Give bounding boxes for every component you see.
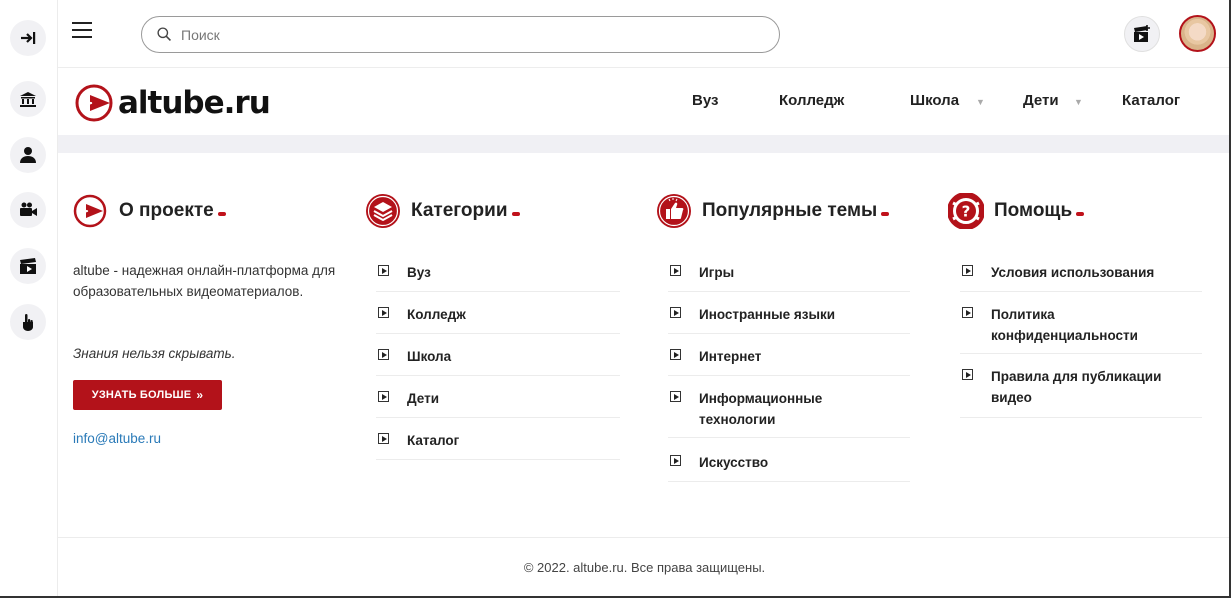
list-item-label: Информационные технологии bbox=[699, 391, 823, 427]
list-item-label: Школа bbox=[407, 349, 452, 364]
list-item-label: Каталог bbox=[407, 433, 460, 448]
categories-column: Категории bbox=[365, 192, 520, 230]
menu-icon[interactable] bbox=[72, 22, 96, 46]
about-column: О проекте bbox=[73, 192, 226, 230]
chevron-down-icon: ▼ bbox=[1074, 97, 1083, 107]
popular-column: Популярные темы bbox=[656, 192, 890, 230]
logo-text: altube.ru bbox=[118, 85, 271, 121]
learn-more-label: УЗНАТЬ БОЛЬШЕ bbox=[91, 389, 192, 401]
user-icon[interactable] bbox=[10, 137, 46, 173]
help-icon: ? bbox=[948, 193, 984, 229]
copyright: © 2022. altube.ru. Все права защищены. bbox=[523, 560, 766, 575]
clapperboard-plus-icon bbox=[1134, 25, 1150, 42]
play-icon bbox=[670, 349, 681, 360]
about-motto: Знания нельзя скрывать. bbox=[73, 346, 236, 361]
left-sidebar bbox=[0, 0, 58, 598]
play-icon bbox=[670, 455, 681, 466]
play-icon bbox=[962, 369, 973, 380]
search-icon bbox=[157, 27, 171, 41]
play-icon bbox=[670, 391, 681, 402]
list-item-label: Колледж bbox=[407, 307, 466, 322]
logo-icon bbox=[75, 84, 113, 122]
play-icon bbox=[962, 307, 973, 318]
list-item[interactable]: Игры bbox=[668, 254, 910, 292]
list-item[interactable]: Интернет bbox=[668, 334, 910, 376]
svg-text:?: ? bbox=[962, 203, 971, 221]
list-item[interactable]: Каталог bbox=[376, 418, 620, 460]
play-icon bbox=[670, 307, 681, 318]
play-icon bbox=[378, 265, 389, 276]
list-item-label: Игры bbox=[699, 265, 735, 280]
clapperboard-icon[interactable] bbox=[10, 248, 46, 284]
pointer-icon[interactable] bbox=[10, 304, 46, 340]
list-item-label: Политика конфиденциальности bbox=[991, 307, 1138, 343]
login-icon[interactable] bbox=[10, 20, 46, 56]
list-item[interactable]: Политика конфиденциальности bbox=[960, 292, 1202, 354]
list-item-label: Правила для публикации видео bbox=[991, 369, 1162, 405]
popular-list: Игры Иностранные языки Интернет Информац… bbox=[668, 254, 910, 482]
help-column: ? Помощь bbox=[948, 192, 1085, 230]
list-item[interactable]: Правила для публикации видео bbox=[960, 354, 1202, 418]
list-item[interactable]: Колледж bbox=[376, 292, 620, 334]
play-icon bbox=[378, 307, 389, 318]
list-item[interactable]: Иностранные языки bbox=[668, 292, 910, 334]
logo[interactable]: altube.ru bbox=[74, 81, 271, 125]
play-icon bbox=[378, 433, 389, 444]
chevron-down-icon: ▼ bbox=[976, 97, 985, 107]
play-icon bbox=[962, 265, 973, 276]
list-item-label: Дети bbox=[407, 391, 440, 406]
about-title-text: О проекте bbox=[119, 200, 214, 221]
play-icon bbox=[378, 391, 389, 402]
double-chevron-right-icon: » bbox=[196, 388, 204, 402]
list-item[interactable]: Дети bbox=[376, 376, 620, 418]
email-link[interactable]: info@altube.ru bbox=[73, 431, 161, 446]
list-item-label: Искусство bbox=[699, 455, 769, 470]
list-item[interactable]: Искусство bbox=[668, 438, 910, 482]
nav-item-vuz[interactable]: Вуз bbox=[692, 92, 718, 109]
main-nav-row: altube.ru Вуз Колледж Школа ▼ Дети ▼ Кат… bbox=[58, 69, 1231, 135]
list-item-label: Условия использования bbox=[991, 265, 1155, 280]
nav-item-kids[interactable]: Дети bbox=[1023, 92, 1059, 109]
play-icon bbox=[670, 265, 681, 276]
list-item[interactable]: Вуз bbox=[376, 254, 620, 292]
top-bar bbox=[58, 0, 1231, 68]
upload-video-button[interactable] bbox=[1124, 16, 1160, 52]
nav-item-school[interactable]: Школа bbox=[910, 92, 959, 109]
help-list: Условия использования Политика конфиденц… bbox=[960, 254, 1202, 418]
separator-band bbox=[58, 135, 1231, 153]
help-title: Помощь bbox=[994, 200, 1085, 222]
categories-title: Категории bbox=[411, 200, 520, 222]
learn-more-button[interactable]: УЗНАТЬ БОЛЬШЕ » bbox=[73, 380, 222, 410]
search-input[interactable] bbox=[181, 26, 741, 43]
university-icon[interactable] bbox=[10, 81, 46, 117]
about-description: altube - надежная онлайн-платформа для о… bbox=[73, 263, 336, 299]
about-title: О проекте bbox=[119, 200, 226, 222]
list-item-label: Вуз bbox=[407, 265, 431, 280]
help-title-text: Помощь bbox=[994, 200, 1073, 221]
footer-divider bbox=[58, 537, 1231, 538]
avatar[interactable] bbox=[1179, 15, 1216, 52]
list-item-label: Иностранные языки bbox=[699, 307, 836, 322]
video-camera-icon[interactable] bbox=[10, 192, 46, 228]
search-box[interactable] bbox=[141, 16, 780, 53]
popular-title-text: Популярные темы bbox=[702, 200, 878, 221]
layers-icon bbox=[366, 194, 400, 228]
logo-icon bbox=[73, 194, 107, 228]
nav-item-catalog[interactable]: Каталог bbox=[1122, 92, 1180, 109]
list-item[interactable]: Информационные технологии bbox=[668, 376, 910, 438]
play-icon bbox=[378, 349, 389, 360]
list-item-label: Интернет bbox=[699, 349, 762, 364]
list-item[interactable]: Условия использования bbox=[960, 254, 1202, 292]
nav-item-college[interactable]: Колледж bbox=[779, 92, 844, 109]
popular-title: Популярные темы bbox=[702, 200, 890, 222]
list-item[interactable]: Школа bbox=[376, 334, 620, 376]
categories-list: Вуз Колледж Школа Дети Каталог bbox=[376, 254, 620, 460]
thumbs-up-icon bbox=[657, 194, 691, 228]
categories-title-text: Категории bbox=[411, 200, 508, 221]
